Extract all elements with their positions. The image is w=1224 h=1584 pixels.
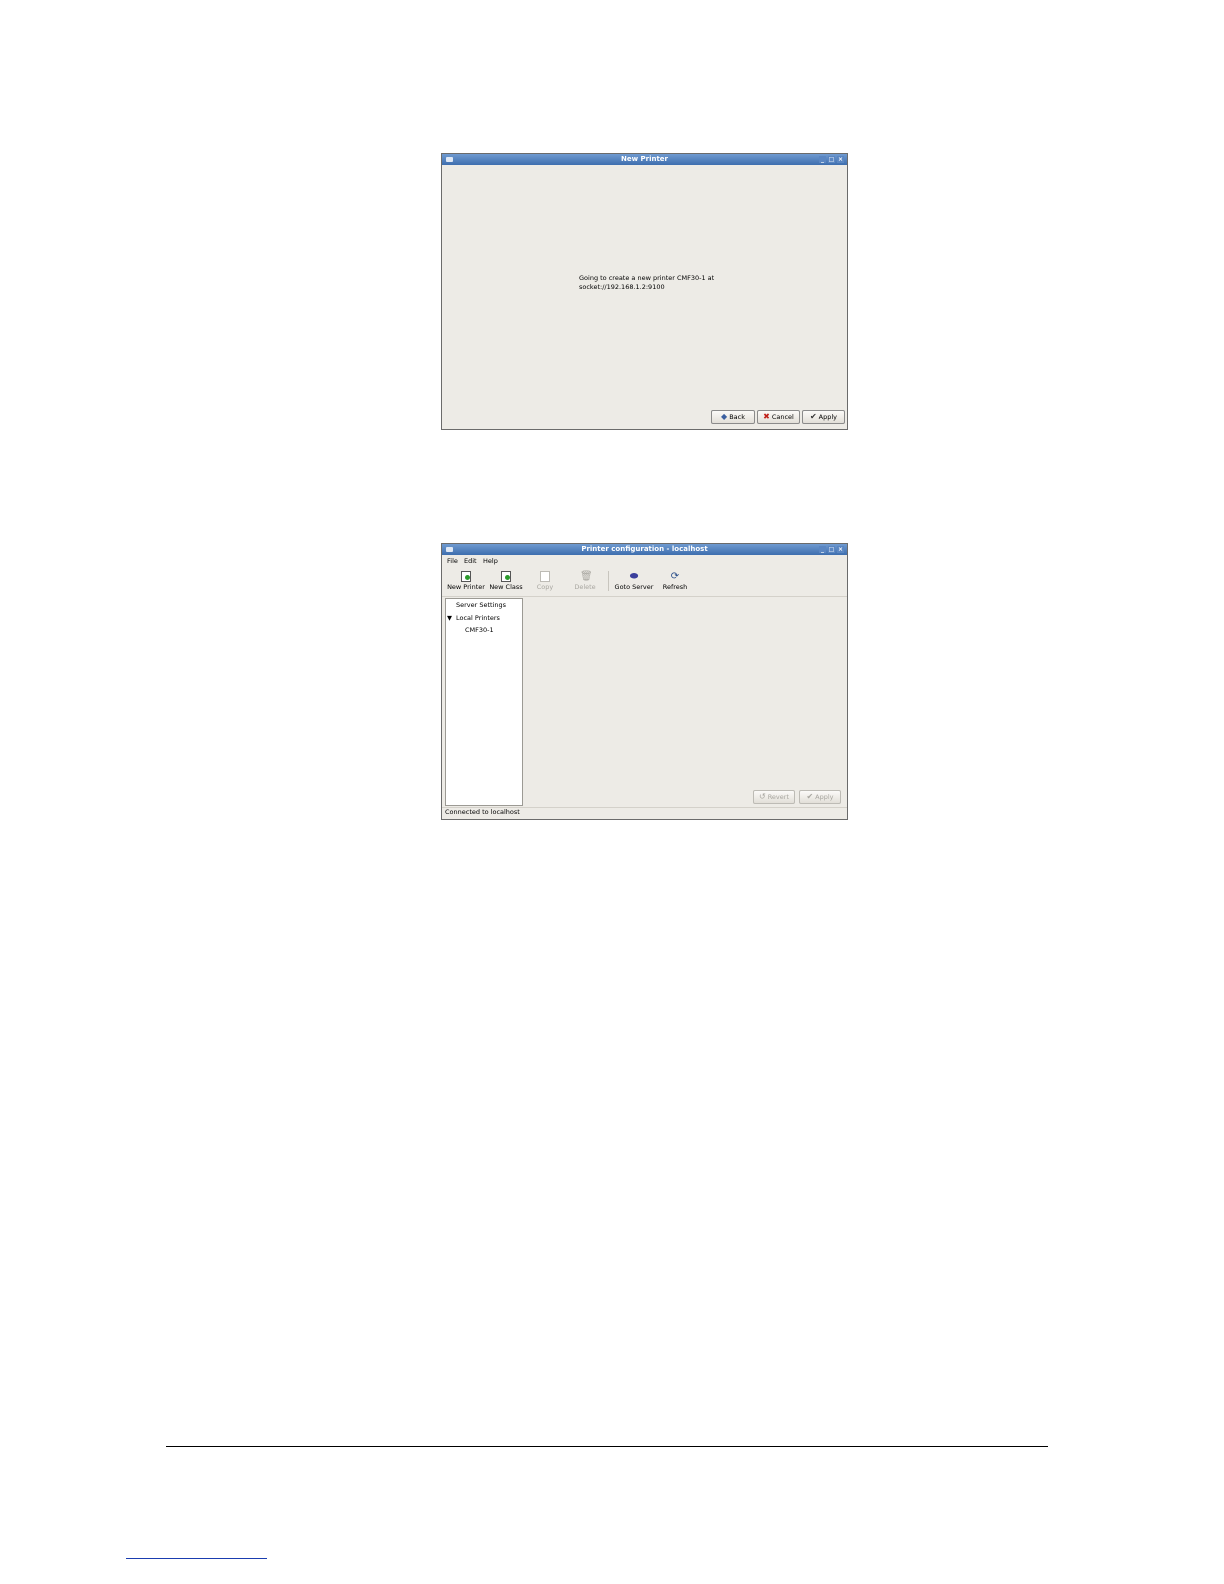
close-icon[interactable]: × xyxy=(837,546,844,553)
new-printer-icon xyxy=(461,571,471,582)
goto-server-button[interactable]: ⬬ Goto Server xyxy=(613,569,655,591)
x-icon: ✖ xyxy=(763,412,770,421)
cancel-button[interactable]: ✖ Cancel xyxy=(757,410,800,424)
menu-edit[interactable]: Edit xyxy=(464,555,477,567)
toolbar: New Printer New Class Copy 🗑 Delete ⬬ Go… xyxy=(442,567,847,597)
tree-item-server-settings[interactable]: Server Settings xyxy=(456,601,506,609)
title-bar: New Printer _ □ × xyxy=(442,154,847,165)
revert-button[interactable]: ↺ Revert xyxy=(753,790,795,804)
new-printer-button[interactable]: New Printer xyxy=(445,569,487,591)
toolbar-separator xyxy=(608,571,609,591)
cancel-label: Cancel xyxy=(771,413,794,421)
minimize-icon[interactable]: _ xyxy=(819,156,826,163)
back-label: Back xyxy=(729,413,745,421)
confirmation-message: Going to create a new printer CMF30-1 at… xyxy=(579,274,715,291)
printer-tree[interactable]: Server Settings ▼ Local Printers CMF30-1 xyxy=(445,598,523,806)
window-menu-icon[interactable] xyxy=(446,547,453,552)
triangle-down-icon[interactable]: ▼ xyxy=(447,614,452,622)
new-printer-dialog: New Printer _ □ × Going to create a new … xyxy=(441,153,848,430)
back-button[interactable]: ◆ Back xyxy=(711,410,755,424)
goto-server-label: Goto Server xyxy=(614,583,654,591)
tree-item-printer[interactable]: CMF30-1 xyxy=(465,626,494,634)
menu-help[interactable]: Help xyxy=(483,555,498,567)
apply-button[interactable]: ✔ Apply xyxy=(799,790,841,804)
maximize-icon[interactable]: □ xyxy=(828,156,835,163)
close-icon[interactable]: × xyxy=(837,156,844,163)
new-class-icon xyxy=(501,571,511,582)
copy-button[interactable]: Copy xyxy=(524,569,566,591)
copy-icon xyxy=(540,571,550,582)
checkmark-icon: ✔ xyxy=(806,792,814,801)
refresh-icon: ⟳ xyxy=(670,571,680,582)
new-class-button[interactable]: New Class xyxy=(485,569,527,591)
new-class-label: New Class xyxy=(489,583,523,591)
printer-configuration-window: Printer configuration - localhost _ □ × … xyxy=(441,543,848,820)
revert-label: Revert xyxy=(767,793,789,801)
footer-rule xyxy=(166,1446,1048,1447)
minimize-icon[interactable]: _ xyxy=(819,546,826,553)
network-plug-icon: ⬬ xyxy=(629,571,639,582)
refresh-label: Refresh xyxy=(662,583,688,591)
copy-label: Copy xyxy=(536,583,554,591)
title-bar: Printer configuration - localhost _ □ × xyxy=(442,544,847,555)
checkmark-icon: ✔ xyxy=(809,412,817,421)
tree-item-local-printers[interactable]: Local Printers xyxy=(456,614,500,622)
menu-bar: File Edit Help xyxy=(442,555,847,567)
delete-label: Delete xyxy=(574,583,596,591)
delete-button[interactable]: 🗑 Delete xyxy=(564,569,606,591)
arrow-left-icon: ◆ xyxy=(721,412,728,421)
revert-icon: ↺ xyxy=(759,792,766,801)
trash-icon: 🗑 xyxy=(580,571,593,582)
footer-link-underline[interactable] xyxy=(126,1558,267,1559)
apply-label: Apply xyxy=(818,413,838,421)
apply-button[interactable]: ✔ Apply xyxy=(802,410,845,424)
new-printer-label: New Printer xyxy=(447,583,485,591)
menu-file[interactable]: File xyxy=(447,555,458,567)
status-bar: Connected to localhost xyxy=(445,808,520,816)
refresh-button[interactable]: ⟳ Refresh xyxy=(654,569,696,591)
window-menu-icon[interactable] xyxy=(446,157,453,162)
maximize-icon[interactable]: □ xyxy=(828,546,835,553)
window-title: New Printer xyxy=(620,155,669,163)
window-title: Printer configuration - localhost xyxy=(581,545,708,553)
apply-label: Apply xyxy=(815,793,834,801)
